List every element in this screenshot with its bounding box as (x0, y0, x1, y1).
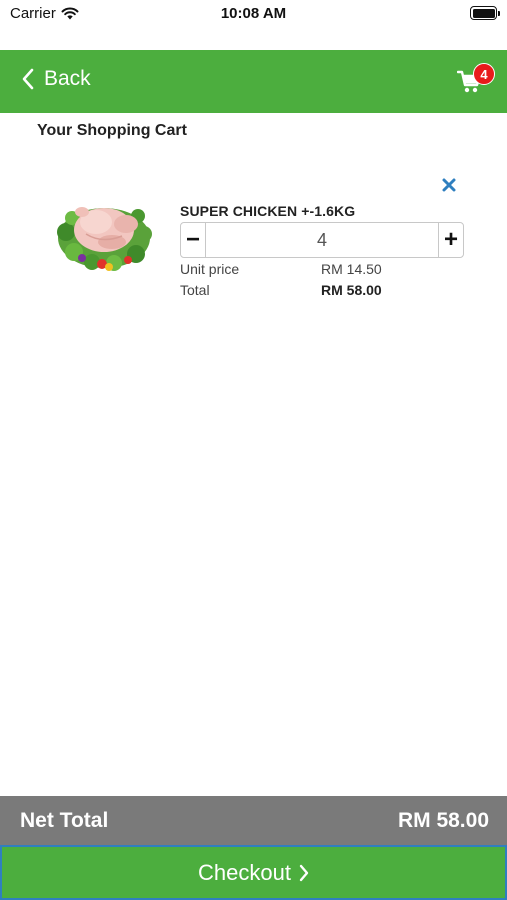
close-icon[interactable] (440, 176, 458, 194)
quantity-input[interactable] (206, 223, 438, 257)
battery-level (472, 8, 495, 18)
status-bar: Carrier 10:08 AM (0, 0, 507, 30)
chevron-left-icon (22, 68, 34, 90)
nav-header: Back 4 (0, 50, 507, 113)
net-total-bar: Net Total RM 58.00 (0, 796, 507, 845)
page-title: Your Shopping Cart (37, 122, 187, 139)
product-image (57, 207, 152, 271)
increase-quantity-button[interactable]: + (438, 223, 463, 257)
item-total-label: Total (180, 282, 210, 298)
status-time: 10:08 AM (220, 5, 287, 22)
unit-price-value: RM 14.50 (321, 261, 382, 277)
cart-item: SUPER CHICKEN +-1.6KG − + Unit price RM … (0, 170, 507, 310)
product-name: SUPER CHICKEN +-1.6KG (180, 203, 356, 219)
back-button[interactable]: Back (22, 67, 91, 91)
checkout-label: Checkout (198, 859, 291, 885)
item-total-value: RM 58.00 (321, 282, 382, 298)
chevron-right-icon (299, 864, 309, 881)
back-label: Back (44, 67, 91, 90)
battery-icon (470, 6, 500, 20)
unit-price-label: Unit price (180, 261, 240, 277)
checkout-button[interactable]: Checkout (0, 845, 507, 900)
decrease-quantity-button[interactable]: − (181, 223, 206, 257)
cart-button[interactable]: 4 (457, 62, 495, 98)
net-total-label: Net Total (20, 809, 109, 832)
quantity-stepper: − + (180, 222, 464, 258)
net-total-value: RM 58.00 (397, 809, 489, 832)
cart-count-badge: 4 (473, 63, 495, 85)
